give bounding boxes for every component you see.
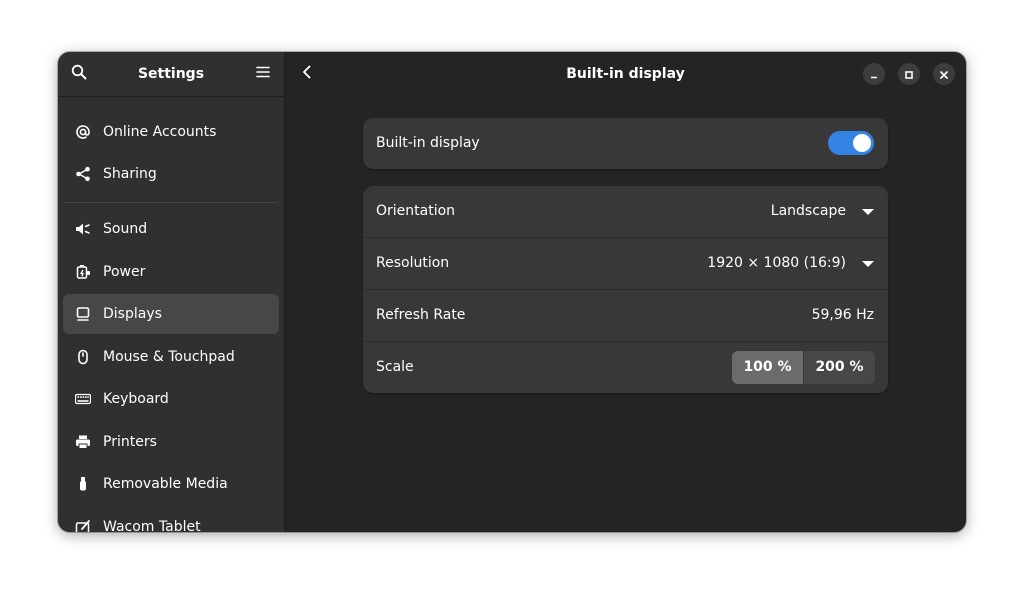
dropdown-arrow-icon	[862, 260, 874, 267]
sidebar-item-sound[interactable]: Sound	[63, 209, 279, 249]
monitor-icon	[75, 306, 91, 322]
display-enable-switch[interactable]	[828, 131, 874, 155]
sidebar-item-label: Removable Media	[103, 476, 228, 492]
scale-toggle-group: 100 % 200 %	[732, 351, 875, 384]
sidebar-item-printers[interactable]: Printers	[63, 422, 279, 462]
sidebar-item-keyboard[interactable]: Keyboard	[63, 379, 279, 419]
scale-option-100[interactable]: 100 %	[732, 351, 803, 384]
refresh-rate-label: Refresh Rate	[376, 307, 466, 323]
usb-icon	[75, 476, 91, 492]
sidebar-item-online-accounts[interactable]: Online Accounts	[63, 112, 279, 152]
speaker-icon	[75, 221, 91, 237]
close-button[interactable]	[933, 63, 955, 85]
dropdown-arrow-icon	[862, 208, 874, 215]
orientation-dropdown[interactable]: Landscape	[771, 186, 874, 237]
orientation-value: Landscape	[770, 203, 846, 219]
printer-icon	[75, 434, 91, 450]
refresh-rate-value: 59,96 Hz	[811, 307, 874, 323]
scale-option-200[interactable]: 200 %	[804, 351, 875, 384]
refresh-rate-row: Refresh Rate 59,96 Hz	[363, 290, 888, 341]
share-icon	[75, 166, 91, 182]
scale-label: Scale	[376, 359, 414, 375]
sidebar-item-label: Displays	[103, 306, 162, 322]
sidebar-item-label: Power	[103, 264, 146, 280]
switch-knob	[853, 134, 871, 152]
resolution-row[interactable]: Resolution 1920 × 1080 (16:9)	[363, 238, 888, 289]
sidebar: Privacy Online Accounts Sharing Soun	[58, 52, 285, 532]
sidebar-item-label: Sharing	[103, 166, 157, 182]
sidebar-item-label: Printers	[103, 434, 157, 450]
sidebar-item-label: Online Accounts	[103, 124, 217, 140]
minimize-button[interactable]	[863, 63, 885, 85]
resolution-label: Resolution	[376, 255, 450, 271]
at-sign-icon	[75, 124, 91, 140]
close-icon	[939, 65, 949, 84]
sidebar-list[interactable]: Privacy Online Accounts Sharing Soun	[58, 52, 284, 532]
tablet-icon	[75, 519, 91, 532]
orientation-row[interactable]: Orientation Landscape	[363, 186, 888, 237]
display-panel: Built-in display Built-in display Orient…	[285, 52, 966, 532]
settings-window: Privacy Online Accounts Sharing Soun	[58, 52, 966, 532]
main-menu-button[interactable]	[249, 60, 277, 88]
scale-row: Scale 100 % 200 %	[363, 342, 888, 393]
resolution-dropdown[interactable]: 1920 × 1080 (16:9)	[707, 238, 874, 289]
sidebar-item-displays[interactable]: Displays	[63, 294, 279, 334]
sidebar-separator	[64, 202, 278, 203]
resolution-value: 1920 × 1080 (16:9)	[707, 255, 846, 271]
sidebar-item-label: Wacom Tablet	[103, 519, 201, 532]
display-enable-label: Built-in display	[376, 135, 480, 151]
sidebar-item-power[interactable]: Power	[63, 252, 279, 292]
maximize-icon	[904, 65, 914, 84]
display-enable-row: Built-in display	[363, 118, 888, 169]
display-settings-card: Orientation Landscape Resolution 1920 × …	[363, 186, 888, 393]
keyboard-icon	[75, 391, 91, 407]
sidebar-item-label: Sound	[103, 221, 148, 237]
display-enable-card: Built-in display	[363, 118, 888, 169]
mouse-icon	[75, 349, 91, 365]
hamburger-menu-icon	[255, 64, 271, 84]
battery-icon	[75, 264, 91, 280]
orientation-label: Orientation	[376, 203, 456, 219]
maximize-button[interactable]	[898, 63, 920, 85]
sidebar-item-wacom-tablet[interactable]: Wacom Tablet	[63, 507, 279, 532]
minimize-icon	[869, 65, 879, 84]
sidebar-item-label: Mouse & Touchpad	[103, 349, 235, 365]
sidebar-item-label: Keyboard	[103, 391, 169, 407]
sidebar-item-removable-media[interactable]: Removable Media	[63, 464, 279, 504]
sidebar-item-mouse-touchpad[interactable]: Mouse & Touchpad	[63, 337, 279, 377]
sidebar-header: Settings	[58, 52, 284, 97]
sidebar-item-sharing[interactable]: Sharing	[63, 154, 279, 194]
